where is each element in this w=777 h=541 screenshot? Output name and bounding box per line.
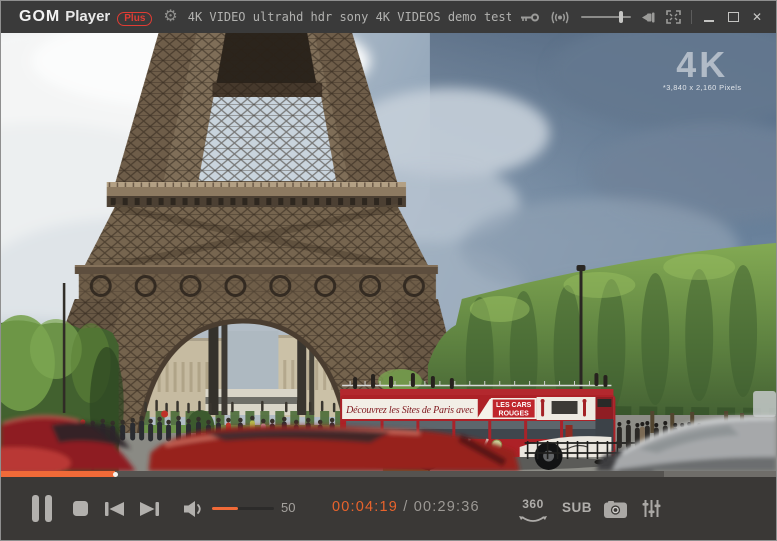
fullscreen-icon[interactable]	[666, 10, 681, 24]
equalizer-icon	[642, 500, 661, 517]
broadcast-icon[interactable]	[549, 11, 571, 24]
control-bar: 50 00:04:19 / 00:29:36 360 SUB	[1, 477, 776, 540]
car-light-sliver	[753, 391, 776, 417]
close-button[interactable]: ✕	[750, 9, 764, 25]
pause-icon	[32, 495, 39, 522]
time-display: 00:04:19 / 00:29:36	[332, 499, 480, 515]
pin-icon[interactable]	[641, 11, 656, 24]
key-icon[interactable]	[519, 11, 539, 24]
volume-value: 50	[281, 500, 295, 515]
watermark-subtitle: *3,840 x 2,160 Pixels	[663, 83, 742, 92]
equalizer-button[interactable]	[642, 500, 661, 522]
next-icon	[140, 502, 159, 516]
360-rotation-icon	[519, 516, 547, 524]
gom-player-window: GOM Player Plus ⚙ 4K VIDEO ultrahd hdr s…	[0, 0, 777, 541]
volume-slider[interactable]	[212, 507, 274, 510]
bus-brand-top: LES CARS	[496, 402, 532, 409]
pause-button[interactable]	[32, 495, 52, 522]
titlebar-slider-handle[interactable]	[619, 11, 623, 23]
stop-button[interactable]	[73, 501, 88, 516]
previous-icon	[105, 502, 124, 516]
titlebar-slider-track	[581, 16, 631, 18]
maximize-icon	[728, 12, 739, 22]
titlebar-divider	[691, 10, 692, 24]
time-current: 00:04:19	[332, 499, 398, 515]
volume-fill	[212, 507, 238, 510]
360-label: 360	[518, 497, 548, 511]
time-total: 00:29:36	[414, 499, 480, 515]
app-logo: GOM Player Plus	[19, 8, 152, 26]
logo-gom: GOM	[19, 8, 60, 26]
gear-icon[interactable]: ⚙	[163, 9, 177, 25]
maximize-button[interactable]	[726, 9, 740, 25]
time-separator: /	[403, 499, 413, 515]
360-vr-button[interactable]: 360	[518, 497, 548, 529]
minimize-icon	[704, 20, 714, 22]
plus-badge: Plus	[117, 12, 152, 26]
bus-brand-bottom: ROUGES	[499, 410, 530, 417]
snapshot-button[interactable]	[604, 501, 627, 523]
pause-icon	[45, 495, 52, 522]
video-display-area[interactable]: Découvrez les Sites de Paris avec LES CA…	[1, 33, 776, 471]
subtitle-button[interactable]: SUB	[562, 500, 592, 515]
titlebar[interactable]: GOM Player Plus ⚙ 4K VIDEO ultrahd hdr s…	[1, 1, 776, 33]
progress-handle[interactable]	[113, 472, 118, 477]
volume-icon	[184, 501, 205, 517]
camera-icon	[604, 501, 627, 518]
bus-slogan-text: Découvrez les Sites de Paris avec	[345, 405, 474, 416]
titlebar-slider[interactable]	[581, 10, 631, 24]
minimize-button[interactable]	[702, 9, 716, 25]
window-title: 4K VIDEO ultrahd hdr sony 4K VIDEOS demo…	[188, 10, 511, 24]
logo-player: Player	[65, 8, 110, 25]
next-button[interactable]	[140, 502, 159, 521]
previous-button[interactable]	[105, 502, 124, 521]
volume-button[interactable]	[184, 501, 205, 522]
watermark-text: 4K	[676, 44, 728, 85]
